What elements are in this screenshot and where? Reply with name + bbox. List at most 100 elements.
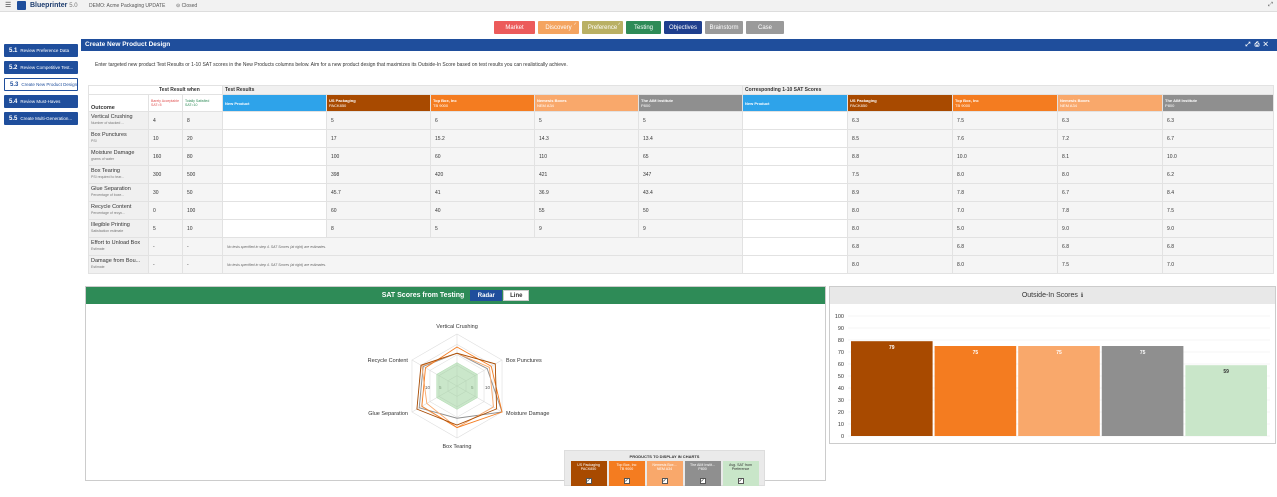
bar-y-tick: 20 [838, 410, 844, 416]
product-model: PACK850 [850, 103, 868, 108]
stage-objectives[interactable]: Objectives [663, 20, 703, 35]
new-product-result-input[interactable] [222, 201, 327, 220]
line-tab[interactable]: Line [503, 290, 530, 301]
sat-cell: 8.0 [952, 255, 1059, 274]
bar-y-tick: 100 [835, 314, 844, 320]
bar-y-tick: 60 [838, 362, 844, 368]
result-cell: 60 [326, 201, 431, 220]
legend-checkbox[interactable]: ✓ [661, 478, 668, 484]
sat-cell: 9.0 [1162, 219, 1275, 238]
radar-axis-label: Glue Separation [368, 411, 408, 417]
legend-checkbox[interactable]: ✓ [623, 478, 630, 484]
outcome-unit: PSI required to tear... [91, 174, 125, 179]
sat-cell: 6.7 [1057, 183, 1164, 202]
result-cell: 15.2 [430, 129, 535, 148]
new-product-sat-input[interactable] [742, 219, 849, 238]
product-model: P800 [1165, 103, 1175, 108]
sat-cell: 8.9 [847, 183, 954, 202]
result-cell: 5 [534, 111, 639, 130]
no-tests-note: No tests specified in step 4. SAT Scores… [221, 237, 744, 256]
new-product-sat-input[interactable] [742, 183, 849, 202]
result-cell: 398 [326, 165, 431, 184]
table-row: Effort to Unload Box Estimate - - No tests s… [88, 237, 1275, 256]
bar-y-tick: 40 [838, 386, 844, 392]
stage-market[interactable]: Market [494, 21, 535, 34]
new-product-sat-input[interactable] [742, 255, 849, 274]
stage-testing[interactable]: Testing [626, 21, 661, 34]
stage-label: Preference [587, 24, 618, 31]
sat-cell: 7.5 [1162, 201, 1275, 220]
radar-tab[interactable]: Radar [470, 290, 503, 301]
product-model: TB 9000 [955, 103, 971, 108]
stage-preference[interactable]: Preference ✓ [582, 21, 623, 34]
sidebar-item-5-4[interactable]: 5.4 Review Must-Haves [4, 95, 78, 108]
legend-item[interactable]: Top Box, Inc TB 9000 ✓ [608, 461, 645, 486]
info-icon[interactable]: ℹ [1081, 292, 1083, 299]
new-product-sat-input[interactable] [742, 165, 849, 184]
result-cell: 421 [534, 165, 639, 184]
legend-checkbox[interactable]: ✓ [585, 478, 592, 484]
expand-icon[interactable]: ⤢ [1268, 2, 1273, 9]
barely-acceptable-cell: 4 [148, 111, 183, 130]
sidebar-item-5-5[interactable]: 5.5 Create Multi-Generation... [4, 112, 78, 125]
radar-series [436, 362, 478, 410]
new-product-result-input[interactable] [222, 165, 327, 184]
bar-value-label: 75 [1056, 350, 1062, 356]
outcome-unit: Percentage of boxe... [91, 192, 125, 197]
new-product-result-input[interactable] [222, 129, 327, 148]
test-results-header: Test Results [221, 85, 744, 95]
radar-axis-label: Moisture Damage [506, 411, 549, 417]
result-cell: 6 [430, 111, 535, 130]
bar [1185, 365, 1267, 436]
stage-label: Brainstorm [709, 24, 739, 31]
outside-in-header: Outside-In Scores ℹ [830, 287, 1275, 304]
barely-acceptable-cell: 10 [148, 129, 183, 148]
sat-cell: 7.5 [847, 165, 954, 184]
sidebar-item-5-1[interactable]: 5.1 Review Preference Data [4, 44, 78, 57]
stage-case[interactable]: Case [746, 21, 784, 34]
new-product-result-input[interactable] [222, 111, 327, 130]
expand-icon[interactable]: ⤢ [1246, 42, 1255, 48]
legend-title: PRODUCTS TO DISPLAY IN CHARTS [629, 454, 700, 459]
new-product-sat-input[interactable] [742, 201, 849, 220]
bar-y-tick: 30 [838, 398, 844, 404]
results-product-header: The AIM Institute P800 [637, 94, 744, 112]
new-product-sat-input[interactable] [742, 237, 849, 256]
outcome-cell: Box Punctures PSI [88, 129, 149, 148]
product-model: P800 [641, 103, 651, 108]
barely-acceptable-cell: - [148, 237, 183, 256]
legend-item[interactable]: Avg. SAT from Preference ✓ [722, 461, 759, 486]
sat-cell: 7.5 [1057, 255, 1164, 274]
check-icon: ✓ [617, 21, 621, 26]
new-product-sat-input[interactable] [742, 111, 849, 130]
sidebar-item-5-2[interactable]: 5.2 Review Competitive Test... [4, 61, 78, 74]
result-cell: 17 [326, 129, 431, 148]
result-cell: 45.7 [326, 183, 431, 202]
legend-checkbox[interactable]: ✓ [737, 478, 744, 484]
totally-satisfied-cell: - [182, 255, 223, 274]
sat-cell: 6.3 [1162, 111, 1275, 130]
step-label: Review Must-Haves [20, 99, 61, 104]
legend-item[interactable]: US Packaging PACK850 ✓ [570, 461, 607, 486]
new-product-sat-input[interactable] [742, 129, 849, 148]
stage-discovery[interactable]: Discovery ✓ [538, 21, 579, 34]
barely-acceptable-cell: 160 [148, 147, 183, 166]
legend-checkbox[interactable]: ✓ [699, 478, 706, 484]
legend-item[interactable]: The AIM Instit... P800 ✓ [684, 461, 721, 486]
legend-product-model: P800 [698, 467, 707, 472]
new-product-result-input[interactable] [222, 147, 327, 166]
new-product-result-input[interactable] [222, 219, 327, 238]
new-product-result-input[interactable] [222, 183, 327, 202]
table-row: Box Tearing PSI required to tear... 300 500… [88, 165, 1275, 184]
sat-cell: 6.8 [1162, 237, 1275, 256]
bar [1018, 346, 1100, 436]
close-icon[interactable]: ✕ [1263, 42, 1272, 48]
stage-brainstorm[interactable]: Brainstorm [705, 21, 743, 34]
legend-item[interactable]: Nemesis Box... NEM A34 ✓ [646, 461, 683, 486]
new-product-sat-input[interactable] [742, 147, 849, 166]
sat-cell: 7.8 [952, 183, 1059, 202]
sidebar-item-5-3[interactable]: 5.3 Create New Product Design [4, 78, 78, 91]
menu-icon[interactable]: ☰ [5, 2, 11, 9]
result-cell: 5 [326, 111, 431, 130]
totally-satisfied-header: Totally Satisfied SAT=10 [182, 94, 223, 112]
